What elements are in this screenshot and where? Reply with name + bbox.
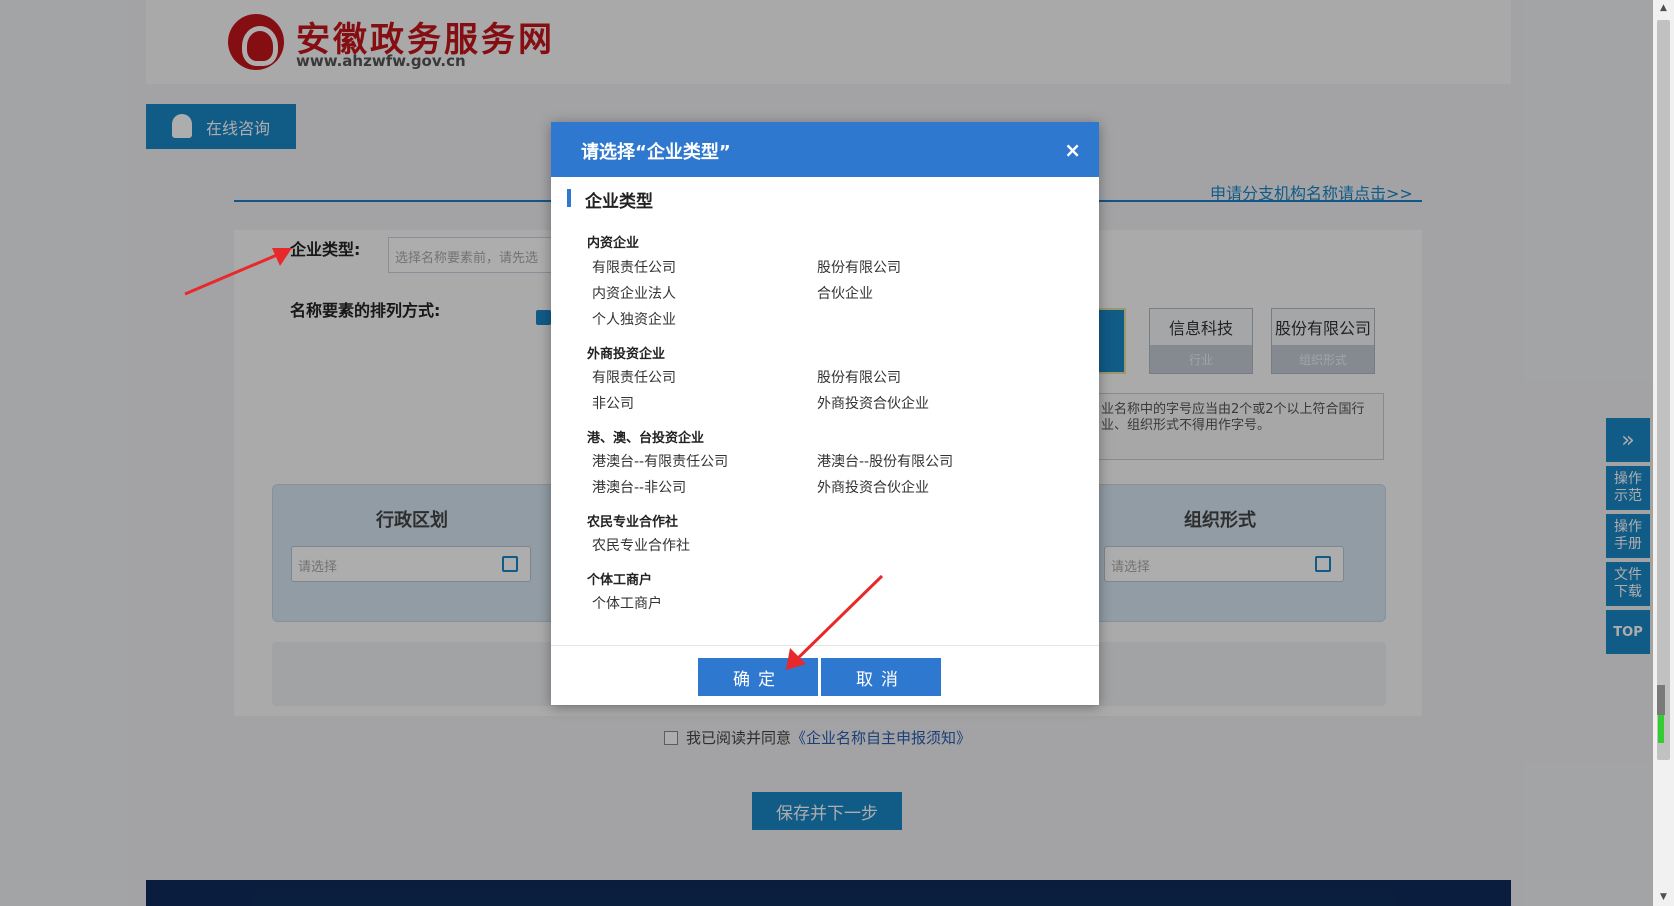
option-cooperative[interactable]: 农民专业合作社 — [592, 535, 690, 555]
scroll-marker — [1657, 685, 1665, 715]
modal-header: 请选择“企业类型” × — [551, 122, 1099, 177]
option-domestic-joint-stock[interactable]: 股份有限公司 — [817, 257, 901, 277]
option-hmt-joint-stock[interactable]: 港澳台--股份有限公司 — [817, 451, 953, 471]
group-title-foreign: 外商投资企业 — [587, 347, 666, 362]
option-individual-business[interactable]: 个体工商户 — [592, 593, 662, 613]
modal-title: 请选择“企业类型” — [581, 142, 731, 163]
option-hmt-non-company[interactable]: 港澳台--非公司 — [592, 477, 686, 497]
scroll-down-icon[interactable]: ▼ — [1653, 889, 1674, 906]
section-heading: 企业类型 — [567, 187, 653, 212]
option-foreign-llc[interactable]: 有限责任公司 — [592, 367, 676, 387]
option-sole-proprietorship[interactable]: 个人独资企业 — [592, 309, 676, 329]
group-title-cooperative: 农民专业合作社 — [587, 515, 679, 530]
scrollbar[interactable]: ▲ ▼ — [1653, 0, 1674, 906]
modal-footer: 确定 取消 — [551, 645, 1099, 705]
scroll-up-icon[interactable]: ▲ — [1653, 0, 1674, 17]
option-foreign-partnership[interactable]: 外商投资合伙企业 — [817, 393, 929, 413]
group-title-domestic: 内资企业 — [587, 236, 640, 251]
option-domestic-llc[interactable]: 有限责任公司 — [592, 257, 676, 277]
enterprise-type-modal: 请选择“企业类型” × 企业类型 内资企业 有限责任公司 股份有限公司 内资企业… — [551, 122, 1099, 705]
option-domestic-partnership[interactable]: 合伙企业 — [817, 283, 873, 303]
option-domestic-legal-person[interactable]: 内资企业法人 — [592, 283, 676, 303]
group-title-hk-mo-tw: 港、澳、台投资企业 — [587, 431, 705, 446]
close-icon[interactable]: × — [1064, 138, 1081, 162]
group-title-individual: 个体工商户 — [587, 573, 653, 588]
modal-body: 企业类型 内资企业 有限责任公司 股份有限公司 内资企业法人 合伙企业 个人独资… — [551, 177, 1099, 645]
scroll-thumb[interactable] — [1657, 20, 1670, 760]
option-hmt-partnership[interactable]: 外商投资合伙企业 — [817, 477, 929, 497]
option-foreign-joint-stock[interactable]: 股份有限公司 — [817, 367, 901, 387]
confirm-button[interactable]: 确定 — [698, 658, 818, 696]
cancel-button[interactable]: 取消 — [821, 658, 941, 696]
option-hmt-llc[interactable]: 港澳台--有限责任公司 — [592, 451, 728, 471]
option-foreign-non-company[interactable]: 非公司 — [592, 393, 634, 413]
scroll-marker-green — [1658, 715, 1664, 743]
